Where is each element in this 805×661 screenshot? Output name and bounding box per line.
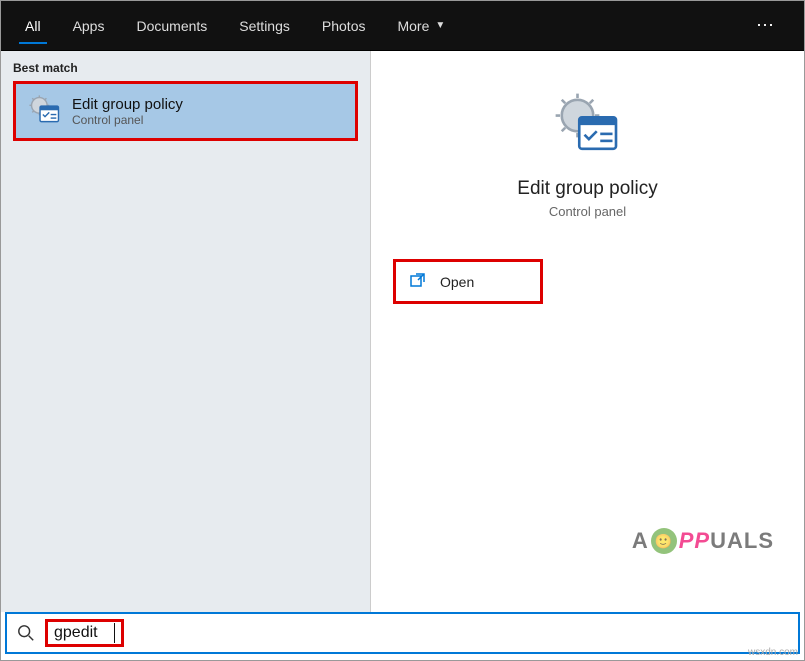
open-label: Open	[440, 274, 474, 290]
open-icon	[410, 272, 426, 291]
result-text: Edit group policy Control panel	[72, 96, 183, 127]
control-panel-icon	[28, 94, 62, 128]
watermark-source: wsxdn.com	[748, 647, 798, 658]
tab-label: Apps	[73, 18, 105, 34]
filter-tabstrip: All Apps Documents Settings Photos More …	[1, 1, 804, 51]
watermark-brand: A 🙂 PP UALS	[632, 528, 774, 554]
brand-prefix: A	[632, 528, 649, 554]
search-bar[interactable]	[5, 612, 800, 654]
tab-apps[interactable]: Apps	[57, 1, 121, 50]
detail-title: Edit group policy	[371, 178, 804, 200]
tab-more[interactable]: More ▼	[381, 1, 461, 50]
tab-label: Photos	[322, 18, 366, 34]
result-title: Edit group policy	[72, 96, 183, 113]
tab-label: Settings	[239, 18, 290, 34]
search-highlight	[45, 619, 124, 647]
result-subtitle: Control panel	[72, 113, 183, 127]
detail-subtitle: Control panel	[371, 204, 804, 219]
search-input[interactable]	[54, 624, 114, 642]
section-header-best-match: Best match	[1, 51, 370, 81]
brand-suffix: UALS	[710, 528, 774, 554]
detail-panel: Edit group policy Control panel Open A 🙂…	[371, 51, 804, 612]
open-action[interactable]: Open	[393, 259, 543, 304]
tab-label: All	[25, 18, 41, 34]
brand-avatar-icon: 🙂	[651, 528, 677, 554]
main-area: Best match Edit group policy Control pan…	[1, 51, 804, 612]
tab-all[interactable]: All	[9, 1, 57, 50]
search-icon	[17, 624, 35, 642]
overflow-menu-button[interactable]: ⋯	[736, 1, 796, 50]
detail-icon	[371, 91, 804, 166]
tab-label: Documents	[136, 18, 207, 34]
brand-mid: PP	[679, 528, 710, 554]
tab-documents[interactable]: Documents	[120, 1, 223, 50]
tab-photos[interactable]: Photos	[306, 1, 382, 50]
tab-label: More	[397, 18, 429, 34]
text-caret	[114, 623, 115, 643]
chevron-down-icon: ▼	[435, 20, 445, 31]
result-edit-group-policy[interactable]: Edit group policy Control panel	[13, 81, 358, 141]
results-panel: Best match Edit group policy Control pan…	[1, 51, 371, 612]
tab-settings[interactable]: Settings	[223, 1, 306, 50]
